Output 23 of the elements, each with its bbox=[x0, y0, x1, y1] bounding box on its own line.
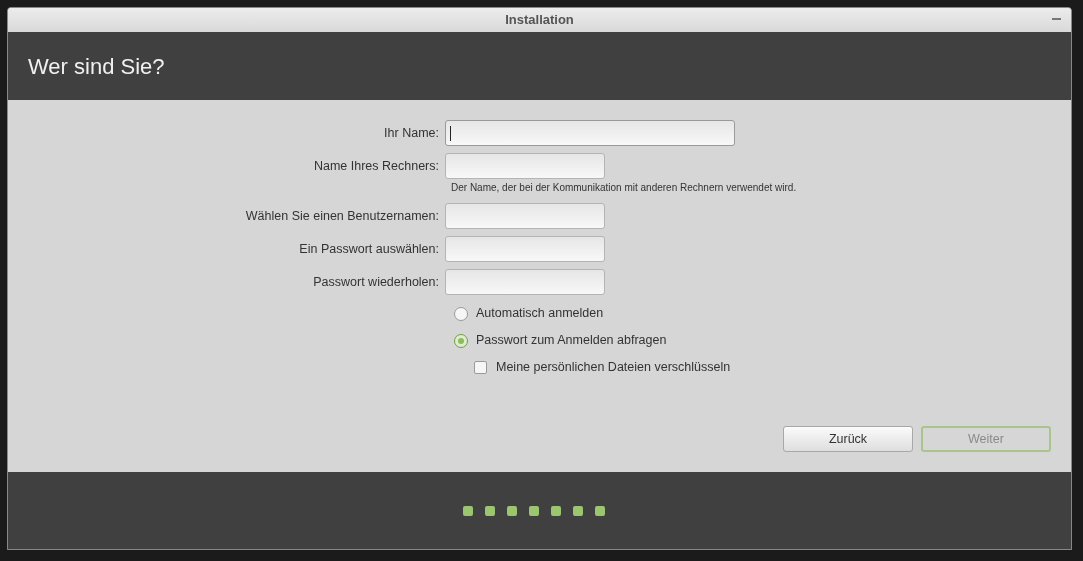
radio-option[interactable]: Automatisch anmelden bbox=[454, 300, 604, 327]
radio-button[interactable] bbox=[454, 306, 468, 321]
minimize-button[interactable] bbox=[1052, 17, 1061, 21]
text-field[interactable] bbox=[445, 269, 605, 295]
text-field[interactable] bbox=[445, 203, 605, 229]
field-label: Name Ihres Rechners: bbox=[312, 157, 440, 175]
field-label: Ein Passwort auswählen: bbox=[298, 240, 440, 258]
page-heading: Wer sind Sie? bbox=[28, 52, 165, 81]
text-field[interactable] bbox=[445, 236, 605, 262]
radio-option[interactable]: Passwort zum Anmelden abfragen bbox=[454, 327, 667, 354]
field-label: Passwort wiederholen: bbox=[312, 273, 440, 291]
field-label: Wählen Sie einen Benutzernamen: bbox=[244, 207, 440, 225]
text-field[interactable] bbox=[445, 120, 735, 146]
field-label: Ihr Name: bbox=[383, 124, 440, 142]
text-field[interactable] bbox=[445, 153, 605, 179]
text-cursor bbox=[450, 125, 451, 141]
field-hint: Der Name, der bei der Kommunikation mit anderen Rechnern verwendet wird. bbox=[451, 181, 798, 195]
minimize-icon bbox=[1052, 18, 1061, 20]
nav-button[interactable]: Zurück bbox=[783, 426, 913, 452]
checkbox[interactable] bbox=[474, 361, 487, 374]
window-title: Installation bbox=[505, 11, 574, 30]
radio-button[interactable] bbox=[454, 333, 468, 348]
checkbox-option[interactable]: Meine persönlichen Dateien verschlüsseln bbox=[474, 354, 731, 381]
